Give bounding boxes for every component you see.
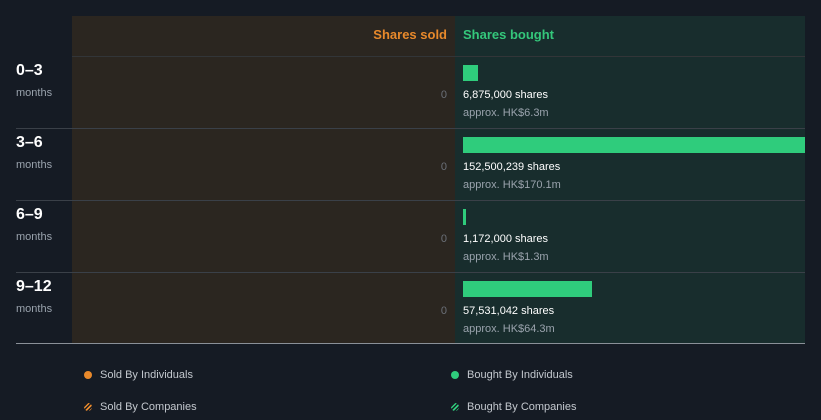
period-label: 6–9 <box>16 206 43 223</box>
shares-sold-value: 0 <box>440 233 447 245</box>
shares-bought-bar <box>463 209 466 225</box>
legend-bought-individuals: Bought By Individuals <box>467 369 573 381</box>
sold-individuals-swatch <box>84 371 92 379</box>
period-row-9-12: 9–12 months 0 57,531,042 shares approx. … <box>0 273 821 345</box>
legend-sold-companies: Sold By Companies <box>100 401 197 413</box>
shares-bought-bar <box>463 281 593 297</box>
bought-individuals-swatch <box>451 371 459 379</box>
shares-bought-value: approx. HK$6.3m <box>463 107 549 119</box>
period-row-3-6: 3–6 months 0 152,500,239 shares approx. … <box>0 129 821 201</box>
period-label: 3–6 <box>16 134 43 151</box>
shares-sold-value: 0 <box>440 161 447 173</box>
legend-bought-companies: Bought By Companies <box>467 401 577 413</box>
period-row-6-9: 6–9 months 0 1,172,000 shares approx. HK… <box>0 201 821 273</box>
shares-bought-label: 1,172,000 shares <box>463 233 549 245</box>
period-unit: months <box>16 159 53 171</box>
legend-sold-individuals: Sold By Individuals <box>100 369 193 381</box>
bought-companies-swatch <box>451 403 459 411</box>
shares-sold-value: 0 <box>440 89 447 101</box>
shares-bought-header: Shares bought <box>463 27 555 42</box>
sold-companies-swatch <box>84 403 92 411</box>
period-row-0-3: 0–3 months 0 6,875,000 shares approx. HK… <box>0 57 821 129</box>
period-label: 9–12 <box>16 278 52 295</box>
period-unit: months <box>16 231 53 243</box>
shares-bought-label: 152,500,239 shares <box>463 161 561 173</box>
shares-sold-value: 0 <box>440 305 447 317</box>
shares-bought-bar <box>463 137 805 153</box>
shares-bought-value: approx. HK$170.1m <box>463 179 561 191</box>
shares-bought-label: 57,531,042 shares <box>463 305 555 317</box>
insider-trading-chart: Shares sold Shares bought 0–3 months 0 6… <box>0 0 821 345</box>
shares-bought-value: approx. HK$1.3m <box>463 251 549 263</box>
shares-sold-header: Shares sold <box>373 27 447 42</box>
shares-bought-label: 6,875,000 shares <box>463 89 549 101</box>
period-unit: months <box>16 303 53 315</box>
shares-bought-value: approx. HK$64.3m <box>463 323 555 335</box>
shares-bought-bar <box>463 65 479 81</box>
period-label: 0–3 <box>16 62 43 79</box>
period-unit: months <box>16 87 53 99</box>
